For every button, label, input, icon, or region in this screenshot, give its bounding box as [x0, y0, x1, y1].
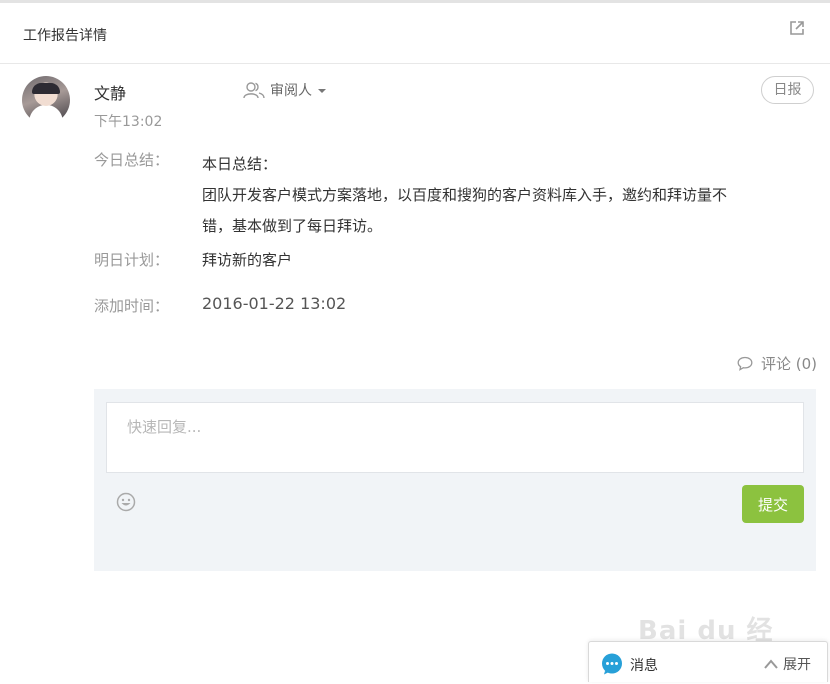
page-title: 工作报告详情 [23, 28, 107, 44]
submit-button[interactable]: 提交 [742, 485, 804, 523]
comments-link[interactable]: 评论 (0) [737, 353, 817, 374]
avatar[interactable] [22, 76, 70, 124]
report-type-badge: 日报 [761, 76, 814, 104]
users-icon [243, 82, 265, 99]
reply-panel: 提交 [94, 389, 816, 571]
chat-label: 消息 [630, 658, 658, 674]
comments-count: 评论 (0) [761, 355, 818, 373]
plan-value: 拜访新的客户 [202, 251, 293, 269]
emoji-icon[interactable] [116, 492, 136, 512]
author-name[interactable]: 文静 [94, 80, 126, 104]
reviewers-label: 审阅人 [270, 83, 312, 99]
summary-line: 团队开发客户模式方案落地，以百度和搜狗的客户资料库入手，邀约和拜访量不 [202, 186, 728, 204]
expand-button[interactable]: 展开 [763, 654, 811, 674]
summary-line: 错，基本做到了每日拜访。 [202, 217, 383, 235]
post-time: 下午13:02 [94, 114, 163, 130]
chat-bubble-icon [602, 653, 622, 675]
plan-label: 明日计划： [94, 251, 170, 269]
summary-text: 本日总结： 团队开发客户模式方案落地，以百度和搜狗的客户资料库入手，邀约和拜访量… [202, 149, 762, 242]
avatar-cap [32, 83, 60, 94]
chat-bar[interactable]: 消息 展开 [588, 641, 828, 682]
reply-input[interactable] [106, 402, 804, 473]
added-time-value: 2016-01-22 13:02 [202, 294, 347, 313]
added-time-label: 添加时间： [94, 297, 170, 315]
page-header: 工作报告详情 [0, 3, 830, 64]
chevron-up-icon [764, 659, 778, 669]
expand-label: 展开 [783, 657, 811, 673]
summary-line: 本日总结： [202, 155, 278, 173]
reviewers-dropdown[interactable]: 审阅人 [243, 80, 326, 100]
external-link-icon[interactable] [789, 20, 805, 36]
chevron-down-icon [318, 89, 326, 93]
summary-label: 今日总结： [94, 151, 170, 169]
comment-icon [737, 356, 753, 371]
